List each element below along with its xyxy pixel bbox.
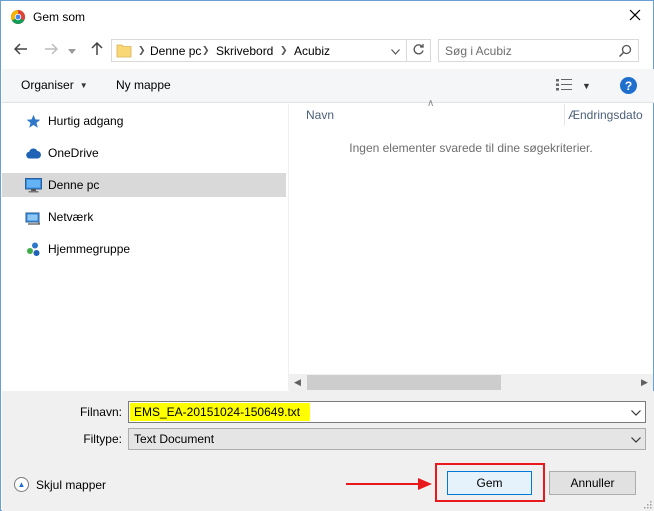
cancel-button[interactable]: Annuller <box>549 471 636 495</box>
collapse-up-icon: ▲ <box>14 477 29 492</box>
filename-field[interactable] <box>128 401 646 423</box>
horizontal-scrollbar[interactable]: ◀ ▶ <box>289 374 653 391</box>
help-button[interactable]: ? <box>620 77 637 94</box>
chrome-icon <box>11 10 25 24</box>
forward-button[interactable] <box>42 41 60 59</box>
organize-label: Organiser <box>21 78 74 92</box>
nav-item-homegroup[interactable]: Hjemmegruppe <box>2 237 286 261</box>
breadcrumb-chevron-icon[interactable]: ❯ <box>202 45 210 56</box>
up-button[interactable] <box>88 41 106 59</box>
address-dropdown-button[interactable] <box>386 40 404 61</box>
command-toolbar: Organiser ▼ Ny mappe ▼ ? <box>2 69 654 103</box>
column-header-name[interactable]: Navn <box>306 104 334 126</box>
breadcrumb-chevron-icon[interactable]: ❯ <box>280 45 288 56</box>
nav-item-label: OneDrive <box>48 146 99 160</box>
file-list[interactable]: ∧ Navn Ændringsdato Ingen elementer svar… <box>289 98 653 390</box>
view-options-icon <box>556 78 572 94</box>
forward-arrow-icon <box>44 42 59 58</box>
search-box[interactable] <box>438 39 639 62</box>
title-bar[interactable]: Gem som <box>1 1 653 33</box>
nav-item-label: Hjemmegruppe <box>48 242 131 256</box>
breadcrumb-chevron-icon[interactable]: ❯ <box>138 45 146 56</box>
homegroup-icon <box>25 241 42 257</box>
chevron-down-icon <box>631 405 641 419</box>
filename-dropdown-button[interactable] <box>627 402 645 422</box>
recent-locations-icon <box>68 43 76 57</box>
nav-item-label: Denne pc <box>48 178 100 192</box>
view-options-button[interactable]: ▼ <box>556 77 594 95</box>
breadcrumb-segment[interactable]: Denne pc <box>150 44 201 58</box>
nav-item-network[interactable]: Netværk <box>2 205 286 229</box>
new-folder-label: Ny mappe <box>116 78 171 92</box>
navigation-pane: Hurtig adgang OneDrive Denne pc Netværk … <box>2 104 287 390</box>
column-separator[interactable] <box>564 104 565 126</box>
resize-grip-icon[interactable] <box>642 499 652 509</box>
back-arrow-icon <box>13 42 28 58</box>
annotation-arrow-icon <box>346 478 432 490</box>
up-arrow-icon <box>91 41 103 59</box>
close-icon <box>629 9 641 24</box>
hide-folders-label: Skjul mapper <box>36 477 107 492</box>
computer-icon <box>25 177 42 193</box>
column-header-date-modified[interactable]: Ændringsdato <box>568 104 643 126</box>
breadcrumb-segment[interactable]: Skrivebord <box>216 44 273 58</box>
folder-icon <box>116 43 132 58</box>
caret-down-icon: ▼ <box>582 81 591 91</box>
sort-ascending-icon: ∧ <box>427 98 435 109</box>
save-options-panel: Filnavn: Filtype: Text Document ▲ Skjul … <box>2 391 654 511</box>
scroll-left-icon[interactable]: ◀ <box>289 374 306 391</box>
filetype-dropdown-button[interactable] <box>627 429 645 449</box>
save-as-dialog: Gem som ❯ Denne pc ❯ Skrivebord ❯ Acubiz… <box>0 0 654 511</box>
organize-button[interactable]: Organiser ▼ <box>21 78 88 92</box>
refresh-icon <box>412 43 425 59</box>
new-folder-button[interactable]: Ny mappe <box>116 78 171 92</box>
recent-locations-button[interactable] <box>67 41 77 59</box>
address-bar[interactable]: ❯ Denne pc ❯ Skrivebord ❯ Acubiz <box>111 39 431 62</box>
cloud-icon <box>25 145 42 161</box>
filetype-value: Text Document <box>134 432 215 446</box>
scroll-right-icon[interactable]: ▶ <box>636 374 653 391</box>
star-icon <box>25 113 42 129</box>
network-icon <box>25 209 42 225</box>
empty-list-message: Ingen elementer svarede til dine søgekri… <box>349 141 593 155</box>
breadcrumb-segment[interactable]: Acubiz <box>294 44 330 58</box>
chevron-down-icon <box>391 44 400 58</box>
filetype-label: Filtype: <box>83 432 122 446</box>
search-icon[interactable] <box>618 44 632 58</box>
search-input[interactable] <box>445 43 615 59</box>
nav-item-onedrive[interactable]: OneDrive <box>2 141 286 165</box>
back-button[interactable] <box>12 41 30 59</box>
save-button[interactable]: Gem <box>447 471 532 495</box>
filename-label: Filnavn: <box>79 405 122 419</box>
refresh-button[interactable] <box>406 40 430 61</box>
hide-folders-button[interactable]: ▲ Skjul mapper <box>14 477 106 492</box>
chevron-down-icon <box>631 432 641 446</box>
filetype-select[interactable]: Text Document <box>128 428 646 450</box>
close-button[interactable] <box>623 5 647 27</box>
nav-item-this-pc[interactable]: Denne pc <box>2 173 286 197</box>
scrollbar-thumb[interactable] <box>307 375 501 390</box>
window-title: Gem som <box>33 10 86 24</box>
nav-item-label: Hurtig adgang <box>48 114 124 128</box>
nav-item-label: Netværk <box>48 210 94 224</box>
filename-input[interactable] <box>130 403 310 421</box>
nav-item-quick-access[interactable]: Hurtig adgang <box>2 109 286 133</box>
caret-down-icon: ▼ <box>79 80 88 90</box>
